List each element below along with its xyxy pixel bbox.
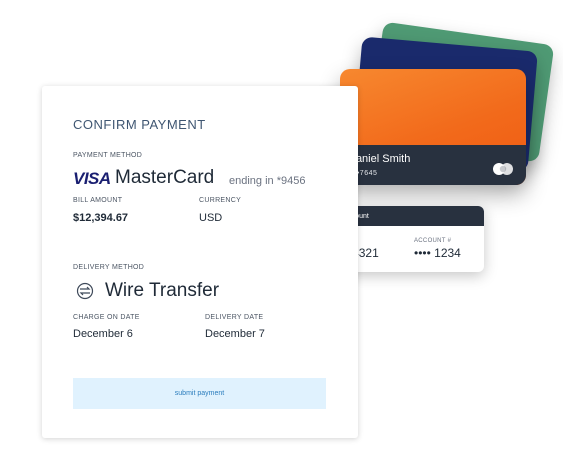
- account-column: ACCOUNT # •••• 1234: [414, 238, 461, 260]
- delivery-date-label: DELIVERY DATE: [205, 314, 264, 321]
- payment-card-name: MasterCard: [115, 167, 215, 188]
- charge-on-date-value: December 6: [73, 328, 133, 340]
- delivery-method-label: DELIVERY METHOD: [73, 264, 145, 271]
- currency-label: CURRENCY: [199, 197, 242, 204]
- visa-logo: VISA: [73, 169, 111, 188]
- submit-payment-button[interactable]: submit payment: [73, 378, 326, 409]
- currency-value: USD: [199, 212, 223, 224]
- account-value: •••• 1234: [414, 246, 461, 260]
- green-card: [367, 21, 555, 163]
- orange-credit-card[interactable]: Daniel Smith ••••7645: [340, 69, 526, 185]
- bill-amount-label: BILL AMOUNT: [73, 197, 123, 204]
- card-ending-text: ending in *9456: [229, 175, 306, 187]
- account-label: ACCOUNT #: [414, 238, 452, 244]
- mastercard-logo-icon: [493, 163, 513, 175]
- charge-on-date-label: CHARGE ON DATE: [73, 314, 140, 321]
- delivery-date-value: December 7: [205, 328, 265, 340]
- wire-transfer-icon: [76, 282, 94, 300]
- panel-title: CONFIRM PAYMENT: [73, 117, 206, 132]
- delivery-method-value: Wire Transfer: [105, 280, 220, 301]
- card-footer: [340, 145, 526, 185]
- payment-method-label: PAYMENT METHOD: [73, 152, 143, 159]
- bill-amount-value: $12,394.67: [73, 212, 129, 224]
- confirm-payment-panel: CONFIRM PAYMENT PAYMENT METHOD VISA Mast…: [42, 86, 358, 438]
- navy-card: [352, 36, 538, 172]
